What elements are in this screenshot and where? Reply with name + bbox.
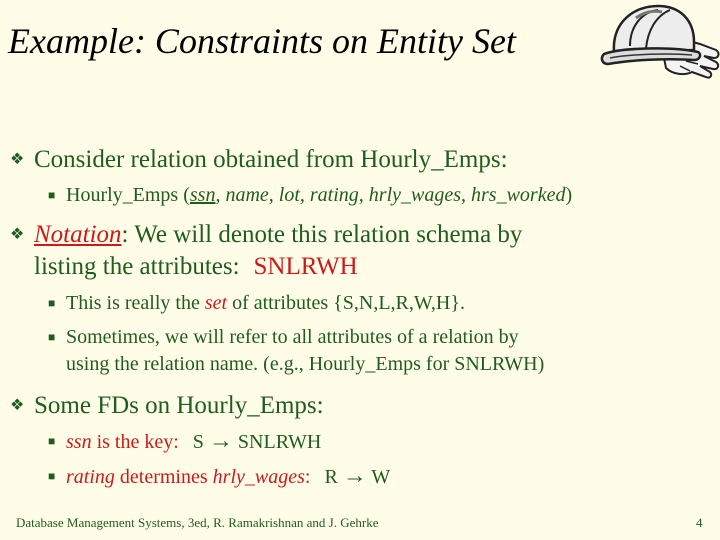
fd-rhs: SNLRWH [237,431,322,453]
bullet-text: listing the attributes: [34,253,240,280]
fd-lhs: S [192,431,204,453]
rating-term: rating [66,466,115,488]
sub-bullet-item-3-1: ■ ssn is the key: S → SNLRWH [48,428,322,456]
set-term: set [204,292,228,314]
fd-rhs: W [371,466,391,488]
diamond-bullet-icon: ❖ [10,151,25,168]
sub-bullet-item-2-2: ■ Sometimes, we will refer to all attrib… [48,324,519,351]
sub-text: Sometimes, we will refer to all attribut… [66,326,519,348]
notation-term: Notation [34,221,122,248]
square-bullet-icon: ■ [48,434,56,448]
fd-label: determines [114,466,213,488]
square-bullet-icon: ■ [48,188,56,202]
sub-text: Hourly_Emps ( [66,184,190,206]
schema-name: SNLRWH [253,253,358,280]
fd-label: is the key: [91,431,179,453]
hard-hat-icon [600,4,720,79]
right-arrow-icon: → [342,463,367,489]
attr-last: hrs_worked [471,184,566,206]
fd-lhs: R [324,466,338,488]
diamond-bullet-icon: ❖ [10,397,25,414]
diamond-bullet-icon: ❖ [10,226,25,243]
fd-label: : [304,466,311,488]
sub-text: , [215,184,226,206]
ssn-term: ssn [66,431,92,453]
sub-bullet-item-3-2: ■ rating determines hrly_wages: R → W [48,463,391,491]
sub-text: of attributes {S,N,L,R,W,H}. [227,292,465,314]
bullet-text: : We will denote this relation schema by [121,221,523,248]
right-arrow-icon: → [208,428,233,454]
sub-bullet-item-2-2-line2: using the relation name. (e.g., Hourly_E… [66,351,544,378]
sub-text: This is really the [66,292,205,314]
attr-list: name, lot, rating, hrly_wages [225,184,462,206]
bullet-text: Consider relation obtained from Hourly_E… [34,146,508,173]
bullet-item-3: ❖ Some FDs on Hourly_Emps: [10,390,324,421]
slide-title: Example: Constraints on Entity Set [8,21,516,61]
ssn-key-attr: ssn [189,184,216,206]
square-bullet-icon: ■ [48,330,56,344]
sub-text: , [461,184,472,206]
square-bullet-icon: ■ [48,296,56,310]
square-bullet-icon: ■ [48,469,56,483]
sub-text: using the relation name. (e.g., Hourly_E… [66,353,545,375]
slide-footer: Database Management Systems, 3ed, R. Ram… [16,515,379,530]
bullet-item-2: ❖ Notation: We will denote this relation… [10,219,523,250]
sub-text: ) [565,184,573,206]
sub-bullet-item-2-1: ■ This is really the set of attributes {… [48,290,465,317]
bullet-item-1: ❖ Consider relation obtained from Hourly… [10,144,508,175]
bullet-item-2-line2: listing the attributes: SNLRWH [34,251,358,282]
hrly-wages-term: hrly_wages [212,466,305,488]
sub-bullet-item-1-1: ■ Hourly_Emps (ssn, name, lot, rating, h… [48,182,573,209]
page-number: 4 [696,515,703,530]
bullet-text: Some FDs on Hourly_Emps: [34,392,324,419]
